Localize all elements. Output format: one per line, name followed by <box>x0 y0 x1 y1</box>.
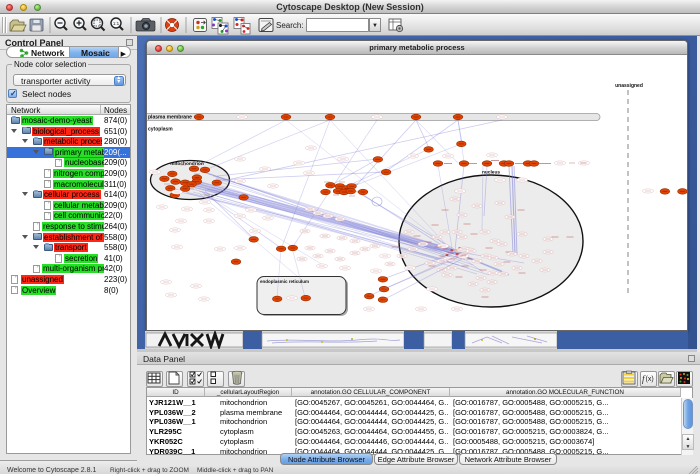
svg-text:plasma membrane: plasma membrane <box>148 115 192 121</box>
svg-text:mitochondrion: mitochondrion <box>170 161 204 167</box>
svg-text:endoplasmic reticulum: endoplasmic reticulum <box>260 279 309 284</box>
svg-text:(x): (x) <box>646 376 654 383</box>
svg-text:nucleus: nucleus <box>482 170 500 176</box>
svg-text:unassigned: unassigned <box>615 83 643 89</box>
svg-text:1:1: 1:1 <box>113 21 120 26</box>
svg-text:cytoplasm: cytoplasm <box>148 127 173 133</box>
